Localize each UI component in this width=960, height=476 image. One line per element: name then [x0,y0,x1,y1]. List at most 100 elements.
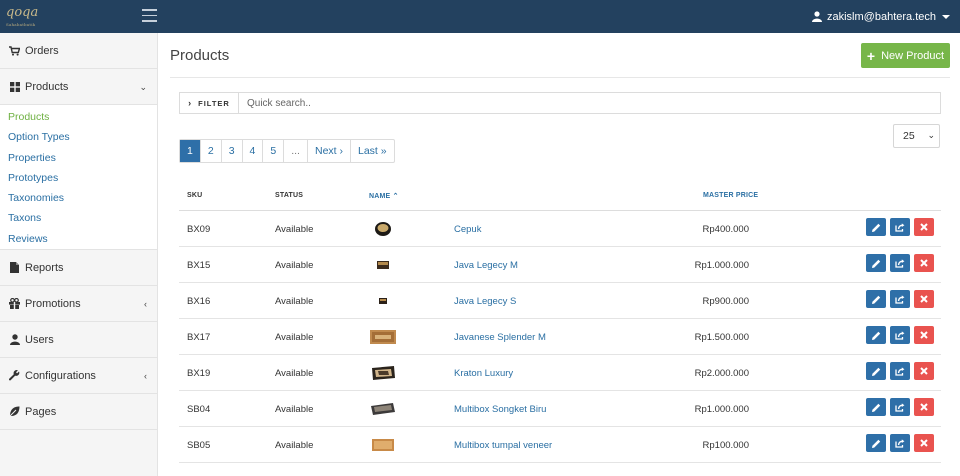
product-name-link[interactable]: Javanese Splender M [454,332,546,343]
products-submenu: Products Option Types Properties Prototy… [0,105,157,251]
edit-button[interactable] [866,398,886,416]
page-link-3[interactable]: 3 [220,140,242,162]
clone-button[interactable] [890,398,910,416]
brand-logo[interactable]: qoqa Sahabatbatik [6,4,46,30]
sidebar-item-label: Users [25,333,54,346]
row-status: Available [275,260,314,271]
table-row: BX15 Available Java Legecy M Rp1.000.000 [179,247,941,283]
submenu-option-types[interactable]: Option Types [0,127,157,147]
sidebar-item-users[interactable]: Users [0,322,157,359]
sidebar-item-label: Products [25,80,69,93]
close-icon [920,223,928,231]
row-status: Available [275,296,314,307]
row-actions [866,434,934,452]
close-icon [920,259,928,267]
clone-button[interactable] [890,218,910,236]
product-thumbnail [369,326,397,348]
sidebar-item-label: Orders [25,44,59,57]
product-name-link[interactable]: Java Legecy M [454,260,518,271]
products-table: SKU STATUS NAME ⌃ MASTER PRICE BX09 Avail… [179,179,941,463]
submenu-reviews[interactable]: Reviews [0,229,157,249]
sidebar-item-orders[interactable]: Orders [0,33,157,69]
share-icon [895,258,905,268]
sidebar-item-configurations[interactable]: Configurations ‹ [0,358,157,395]
product-thumbnail [369,290,397,312]
product-name-link[interactable]: Cepuk [454,224,481,235]
menu-toggle-icon[interactable] [142,9,157,23]
chevron-down-icon: ⌄ [927,130,935,140]
page-link-1[interactable]: 1 [180,140,200,162]
user-icon [812,11,822,22]
close-icon [920,439,928,447]
table-row: BX19 Available Kraton Luxury Rp2.000.000 [179,355,941,391]
product-thumbnail [369,254,397,276]
edit-button[interactable] [866,434,886,452]
share-icon [895,402,905,412]
product-name-link[interactable]: Multibox Songket Biru [454,404,546,415]
pencil-icon [871,295,880,304]
close-icon [920,331,928,339]
col-master-price[interactable]: MASTER PRICE [703,192,758,199]
quick-search-input[interactable] [239,93,940,113]
wrench-icon [8,369,21,382]
filter-toggle[interactable]: › FILTER [180,93,239,113]
row-status: Available [275,368,314,379]
edit-button[interactable] [866,254,886,272]
row-master-price: Rp2.000.000 [694,368,749,379]
product-name-link[interactable]: Java Legecy S [454,296,516,307]
per-page-select[interactable]: 25 ⌄ [893,124,940,148]
submenu-taxonomies[interactable]: Taxonomies [0,188,157,208]
product-name-link[interactable]: Kraton Luxury [454,368,513,379]
page-link-4[interactable]: 4 [241,140,263,162]
product-thumbnail [369,218,397,240]
user-menu[interactable]: zakislm@bahtera.tech [812,0,950,33]
table-row: SB05 Available Multibox tumpal veneer Rp100… [179,427,941,463]
clone-button[interactable] [890,362,910,380]
col-name: NAME [369,193,391,200]
delete-button[interactable] [914,218,934,236]
row-sku: BX16 [187,296,211,307]
delete-button[interactable] [914,254,934,272]
clone-button[interactable] [890,326,910,344]
sidebar-item-label: Promotions [25,297,81,310]
row-actions [866,398,934,416]
delete-button[interactable] [914,326,934,344]
sidebar-item-pages[interactable]: Pages [0,394,157,431]
chevron-left-icon: ‹ [144,299,147,310]
edit-button[interactable] [866,290,886,308]
submenu-prototypes[interactable]: Prototypes [0,168,157,188]
page-link-5[interactable]: 5 [262,140,283,162]
logo-subtitle: Sahabatbatik [6,22,36,27]
edit-button[interactable] [866,218,886,236]
close-icon [920,295,928,303]
clone-button[interactable] [890,254,910,272]
delete-button[interactable] [914,434,934,452]
sidebar-item-products[interactable]: Products ⌄ [0,69,157,105]
chevron-down-icon [942,14,950,19]
table-row: BX09 Available Cepuk Rp400.000 [179,211,941,247]
sidebar-item-reports[interactable]: Reports [0,250,157,287]
edit-button[interactable] [866,362,886,380]
pagination: 1 2 3 4 5 ... Next › Last » [179,139,395,163]
product-name-link[interactable]: Multibox tumpal veneer [454,440,552,451]
new-product-button[interactable]: + New Product [861,43,950,68]
edit-button[interactable] [866,326,886,344]
submenu-taxons[interactable]: Taxons [0,208,157,228]
col-name-sort[interactable]: NAME ⌃ [369,192,399,200]
submenu-properties[interactable]: Properties [0,148,157,168]
delete-button[interactable] [914,290,934,308]
main-content: Products + New Product › FILTER 25 ⌄ 1 2… [158,33,960,476]
page-last[interactable]: Last » [350,140,394,162]
submenu-products[interactable]: Products [0,107,157,127]
col-sku: SKU [187,192,203,199]
row-master-price: Rp100.000 [702,440,749,451]
clone-button[interactable] [890,290,910,308]
clone-button[interactable] [890,434,910,452]
sidebar-item-promotions[interactable]: Promotions ‹ [0,286,157,323]
pencil-icon [871,439,880,448]
filter-bar: › FILTER [179,92,941,114]
delete-button[interactable] [914,362,934,380]
delete-button[interactable] [914,398,934,416]
page-next[interactable]: Next › [306,140,350,162]
page-link-2[interactable]: 2 [199,140,221,162]
